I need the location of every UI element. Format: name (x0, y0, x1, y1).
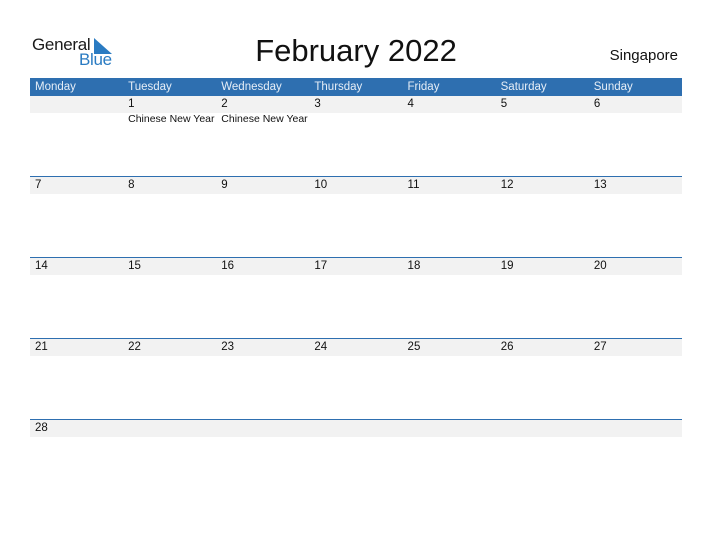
day-cell (123, 420, 216, 501)
weekday-header: Monday Tuesday Wednesday Thursday Friday… (30, 78, 682, 96)
day-cell (589, 420, 682, 501)
day-number: 26 (500, 341, 514, 353)
day-cell: 9 (216, 177, 309, 258)
holiday-label: Chinese New Year (128, 113, 215, 125)
day-number: 12 (500, 179, 514, 191)
day-number: 24 (314, 341, 328, 353)
day-cell: 15 (123, 258, 216, 339)
day-cell: 11 (403, 177, 496, 258)
day-cell: 4 (403, 96, 496, 177)
weekday-wednesday: Wednesday (221, 81, 282, 93)
day-cell: 24 (309, 339, 402, 420)
day-cell: 3 (309, 96, 402, 177)
day-cell: 22 (123, 339, 216, 420)
day-number: 10 (314, 179, 328, 191)
day-cell: 23 (216, 339, 309, 420)
day-number: 14 (35, 260, 48, 272)
weekday-thursday: Thursday (314, 81, 363, 93)
country-label: Singapore (609, 47, 678, 64)
day-cell: 13 (589, 177, 682, 258)
day-cell: 27 (589, 339, 682, 420)
day-cell (496, 420, 589, 501)
day-cell (309, 420, 402, 501)
day-cell: 19 (496, 258, 589, 339)
weekday-sunday: Sunday (593, 81, 633, 93)
day-cell: 16 (216, 258, 309, 339)
day-number: 13 (593, 179, 607, 191)
holiday-label: Chinese New Year (221, 113, 308, 125)
page-title: February 2022 (255, 33, 457, 68)
day-number: 15 (128, 260, 141, 272)
day-cell: 26 (496, 339, 589, 420)
day-number: 3 (314, 98, 321, 110)
week-row: 7 8 9 10 11 12 13 (30, 176, 682, 258)
day-cell: 2 Chinese New Year (216, 96, 309, 177)
weekday-friday: Friday (407, 81, 440, 93)
day-cell: 6 (589, 96, 682, 177)
weekday-saturday: Saturday (500, 81, 547, 93)
weekday-monday: Monday (35, 81, 76, 93)
day-cell: 7 (30, 177, 123, 258)
day-cell: 17 (309, 258, 402, 339)
day-cell: 20 (589, 258, 682, 339)
day-cell (30, 96, 123, 177)
day-cell: 28 (30, 420, 123, 501)
week-row: 1 Chinese New Year 2 Chinese New Year 3 4 5 6 (30, 96, 682, 177)
week-row: 14 15 16 17 18 19 20 (30, 257, 682, 339)
day-cell: 10 (309, 177, 402, 258)
day-number: 9 (221, 179, 228, 191)
week-row: 21 22 23 24 25 26 27 (30, 338, 682, 420)
day-cell: 1 Chinese New Year (123, 96, 216, 177)
day-number: 22 (128, 341, 141, 353)
day-cell: 12 (496, 177, 589, 258)
day-number: 6 (593, 98, 601, 110)
day-number: 21 (35, 341, 48, 353)
day-number: 16 (221, 260, 235, 272)
day-number: 2 (221, 98, 228, 110)
day-number: 5 (500, 98, 508, 110)
day-cell: 14 (30, 258, 123, 339)
day-cell: 25 (403, 339, 496, 420)
day-number: 11 (407, 179, 420, 191)
day-number: 28 (35, 422, 48, 434)
day-cell: 18 (403, 258, 496, 339)
day-number: 19 (500, 260, 514, 272)
day-number: 23 (221, 341, 235, 353)
day-number: 18 (407, 260, 421, 272)
day-cell: 5 (496, 96, 589, 177)
day-cell: 21 (30, 339, 123, 420)
day-number: 27 (593, 341, 607, 353)
day-number: 8 (128, 179, 135, 191)
weekday-tuesday: Tuesday (128, 81, 172, 93)
day-number: 25 (407, 341, 421, 353)
day-number: 7 (35, 179, 42, 191)
day-cell (403, 420, 496, 501)
day-number: 17 (314, 260, 328, 272)
week-row: 28 (30, 419, 682, 501)
day-cell (216, 420, 309, 501)
day-number: 20 (593, 260, 607, 272)
day-number: 4 (407, 98, 414, 110)
day-cell: 8 (123, 177, 216, 258)
day-number: 1 (128, 98, 135, 110)
